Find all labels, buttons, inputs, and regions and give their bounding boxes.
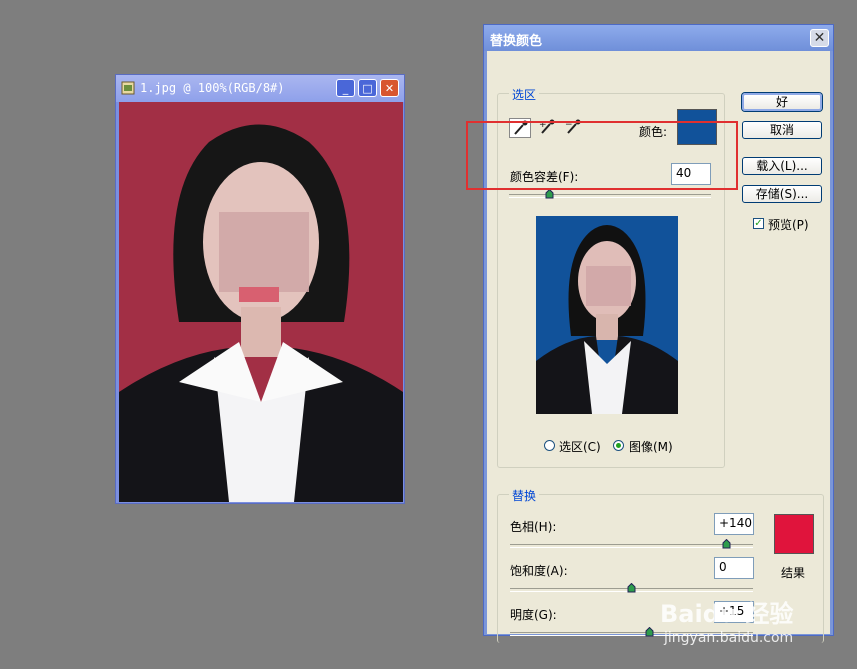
hue-slider-track[interactable] bbox=[510, 544, 753, 548]
watermark-url: jingyan.baidu.com bbox=[664, 630, 794, 646]
selection-group-label: 选区 bbox=[509, 86, 540, 103]
selection-radio[interactable] bbox=[544, 440, 555, 451]
document-window: 1.jpg @ 100%(RGB/8#) _ □ ✕ bbox=[115, 74, 405, 504]
dialog-title: 替换颜色 bbox=[490, 34, 543, 49]
close-dialog-button[interactable]: ✕ bbox=[810, 29, 829, 47]
watermark-brand: Baidu 经验 bbox=[660, 600, 794, 628]
photoshop-document-icon bbox=[121, 81, 135, 95]
image-radio-label: 图像(M) bbox=[629, 440, 673, 454]
dialog-title-bar[interactable]: 替换颜色 ✕ bbox=[484, 25, 833, 51]
document-title: 1.jpg @ 100%(RGB/8#) bbox=[140, 81, 285, 95]
image-radio[interactable] bbox=[613, 440, 624, 451]
cancel-button[interactable]: 取消 bbox=[742, 121, 822, 139]
saturation-label: 饱和度(A): bbox=[510, 564, 568, 578]
lightness-slider-thumb[interactable] bbox=[645, 627, 654, 637]
close-document-button[interactable]: ✕ bbox=[380, 79, 399, 97]
replace-color-dialog: 替换颜色 ✕ 选区 + − 颜色: 颜色容差(F): 40 选区(C) 图像(M… bbox=[483, 24, 834, 643]
fuzziness-slider-thumb[interactable] bbox=[545, 189, 554, 199]
saturation-slider-thumb[interactable] bbox=[627, 583, 636, 593]
minimize-button[interactable]: _ bbox=[336, 79, 355, 97]
document-title-bar[interactable]: 1.jpg @ 100%(RGB/8#) _ □ ✕ bbox=[116, 75, 404, 102]
fuzziness-slider-track[interactable] bbox=[509, 194, 711, 198]
load-button[interactable]: 载入(L)... bbox=[742, 157, 822, 175]
hue-label: 色相(H): bbox=[510, 520, 557, 534]
save-button[interactable]: 存储(S)... bbox=[742, 185, 822, 203]
lightness-label: 明度(G): bbox=[510, 608, 557, 622]
result-label: 结果 bbox=[781, 566, 806, 580]
selection-radio-label: 选区(C) bbox=[559, 440, 601, 454]
portrait-photo bbox=[119, 124, 403, 502]
ok-button[interactable]: 好 bbox=[742, 93, 822, 111]
maximize-button[interactable]: □ bbox=[358, 79, 377, 97]
selection-preview bbox=[536, 216, 678, 414]
hue-slider-thumb[interactable] bbox=[722, 539, 731, 549]
result-color-swatch[interactable] bbox=[774, 514, 814, 554]
replace-group-label: 替换 bbox=[509, 487, 540, 504]
hue-input[interactable]: +140 bbox=[714, 513, 754, 535]
preview-portrait bbox=[536, 225, 678, 414]
document-canvas[interactable] bbox=[119, 102, 403, 502]
preview-checkbox-label: 预览(P) bbox=[768, 218, 809, 232]
saturation-input[interactable]: 0 bbox=[714, 557, 754, 579]
preview-checkbox[interactable]: ✓ bbox=[753, 218, 764, 229]
annotation-highlight bbox=[466, 121, 738, 190]
